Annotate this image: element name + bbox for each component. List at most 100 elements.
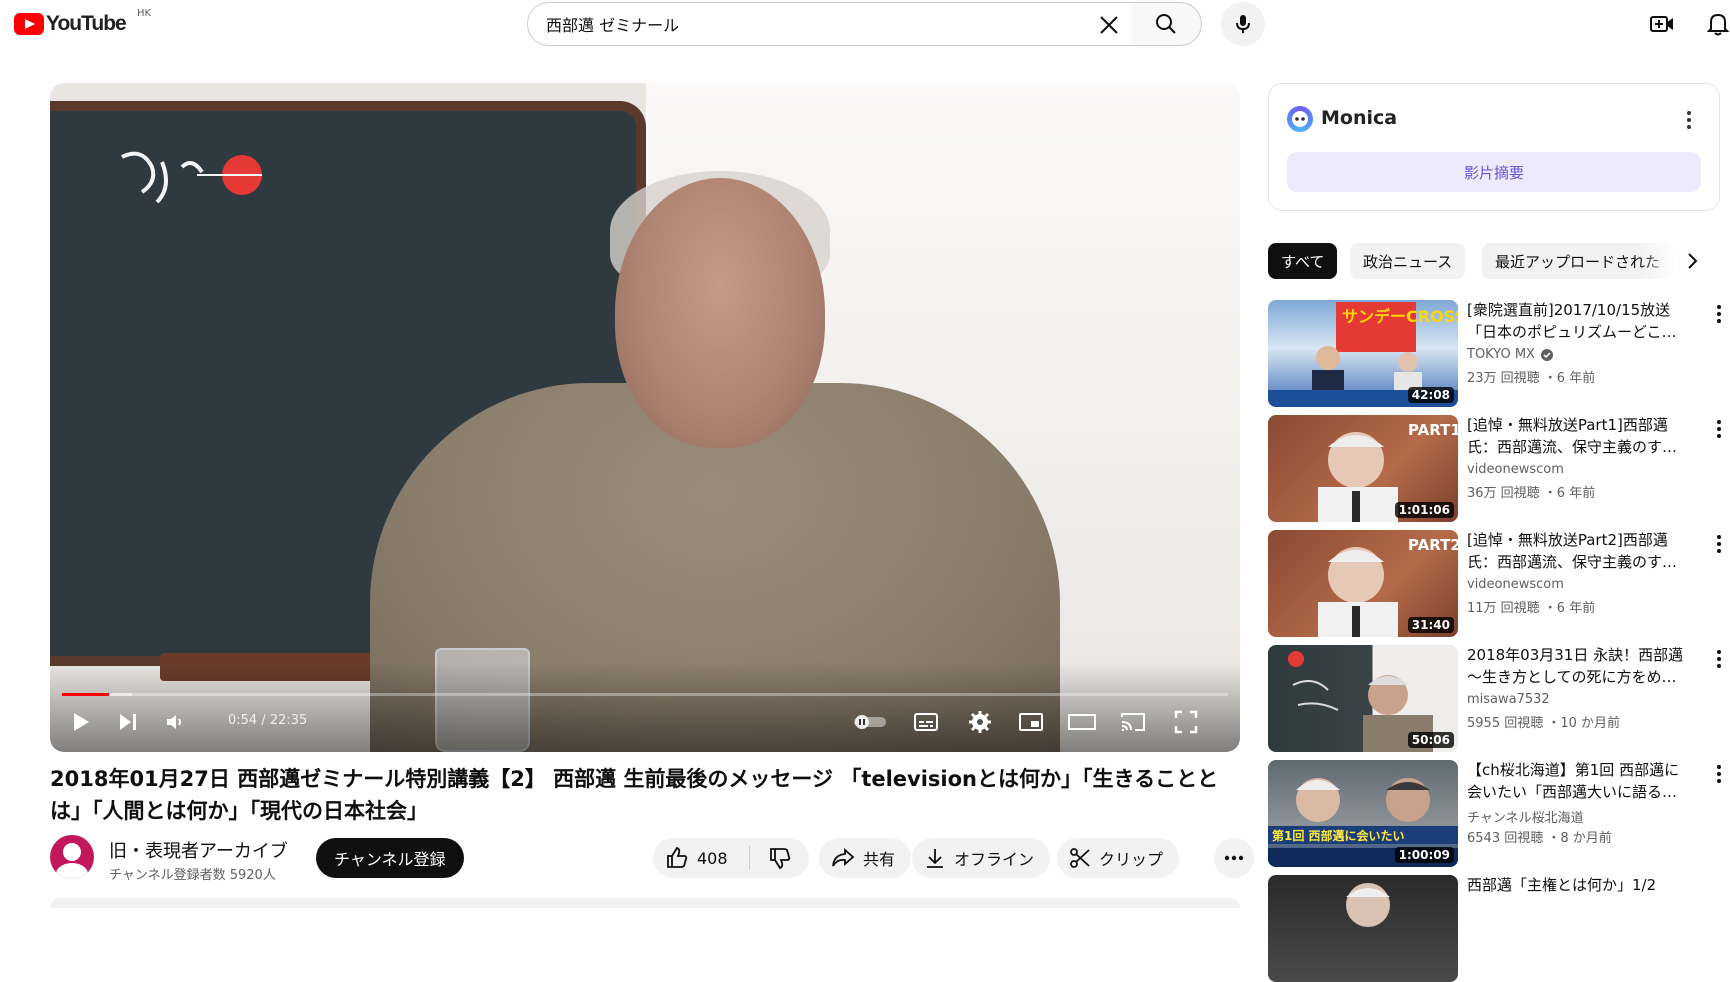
skip-next-icon xyxy=(120,714,136,730)
channel-name[interactable]: 旧・表現者アーカイブ xyxy=(109,837,288,863)
more-vertical-icon xyxy=(1717,305,1721,323)
more-actions-button[interactable] xyxy=(1214,838,1254,878)
recommendation-item[interactable]: 西部邁「主権とは何か」1/2 xyxy=(1268,875,1730,982)
more-vertical-icon xyxy=(1717,420,1721,438)
video-stats: 23万 回視聴 ・6 年前 xyxy=(1467,371,1596,386)
youtube-play-icon xyxy=(14,13,44,35)
thumbnail-art xyxy=(1346,883,1390,927)
next-button[interactable] xyxy=(110,704,146,740)
theater-mode-button[interactable] xyxy=(1064,704,1100,740)
thumbnail-caption: PART1 xyxy=(1408,421,1458,439)
create-button[interactable] xyxy=(1648,10,1676,38)
recommendation-item[interactable]: 第1回 西部邁に会いたい 1:00:09 【ch桜北海道】第1回 西部邁に会いた… xyxy=(1268,760,1730,867)
channel-avatar[interactable] xyxy=(50,835,94,879)
subtitles-button[interactable] xyxy=(908,704,944,740)
clip-button[interactable]: クリップ xyxy=(1057,838,1180,878)
video-stats: 5955 回視聴 ・10 か月前 xyxy=(1467,716,1621,731)
video-thumbnail xyxy=(1268,875,1458,982)
recommendation-item[interactable]: PART1 1:01:06 [追悼・無料放送Part1]西部邁氏：西部邁流、保守… xyxy=(1268,415,1730,522)
monica-menu-button[interactable] xyxy=(1677,106,1701,134)
microphone-icon xyxy=(1236,15,1250,33)
search-button[interactable] xyxy=(1131,2,1202,46)
cast-icon xyxy=(1121,713,1145,731)
chevron-right-icon xyxy=(1688,253,1698,269)
autoplay-toggle[interactable] xyxy=(852,704,888,740)
search-input[interactable] xyxy=(546,14,1066,34)
thumbnail-caption: 第1回 西部邁に会いたい xyxy=(1272,828,1405,843)
settings-button[interactable] xyxy=(962,704,998,740)
fullscreen-icon xyxy=(1174,710,1198,734)
bell-icon xyxy=(1707,13,1729,36)
thumbnail-caption: サンデーCROSS xyxy=(1342,307,1458,326)
chips-next-button[interactable] xyxy=(1676,245,1708,277)
share-icon xyxy=(832,848,855,867)
notifications-button[interactable] xyxy=(1704,10,1730,38)
video-title: 2018年01月27日 西部邁ゼミナール特別講義【2】 西部邁 生前最後のメッセ… xyxy=(50,767,1219,823)
video-menu-button[interactable] xyxy=(1708,302,1730,326)
time-display: 0:54 / 22:35 xyxy=(228,713,308,728)
miniplayer-button[interactable] xyxy=(1013,704,1049,740)
voice-search-button[interactable] xyxy=(1221,2,1265,46)
chip-all[interactable]: すべて xyxy=(1268,243,1338,279)
video-stats: 6543 回視聴 ・8 か月前 xyxy=(1467,831,1612,846)
video-thumbnail: PART1 1:01:06 xyxy=(1268,415,1458,522)
recommendation-item[interactable]: 50:06 2018年03月31日 永訣！西部邁～生き方としての死に方をめ… m… xyxy=(1268,645,1730,752)
play-icon xyxy=(74,713,89,731)
thumbs-up-icon xyxy=(667,846,688,868)
recommendation-item[interactable]: サンデーCROSS 42:08 [衆院選直前]2017/10/15放送「日本のポ… xyxy=(1268,300,1730,407)
search-icon xyxy=(1156,14,1176,34)
dislike-button[interactable] xyxy=(750,838,809,878)
video-frame xyxy=(50,83,1240,752)
video-thumbnail: 50:06 xyxy=(1268,645,1458,752)
video-title: 【ch桜北海道】第1回 西部邁に会いたい「西部邁大いに語る… xyxy=(1467,761,1680,801)
video-thumbnail: サンデーCROSS 42:08 xyxy=(1268,300,1458,407)
video-duration: 1:01:06 xyxy=(1394,502,1454,518)
youtube-logo[interactable]: YouTube HK xyxy=(14,8,151,36)
progress-bar[interactable] xyxy=(62,693,1228,696)
share-button[interactable]: 共有 xyxy=(819,838,912,878)
more-vertical-icon xyxy=(1717,535,1721,553)
channel-name-text: TOKYO MX xyxy=(1467,347,1535,362)
volume-icon xyxy=(167,715,181,729)
clear-search-button[interactable] xyxy=(1095,11,1123,39)
video-menu-button[interactable] xyxy=(1708,762,1730,786)
video-title: [衆院選直前]2017/10/15放送「日本のポピュリズムーどこ… xyxy=(1467,301,1677,341)
like-count: 408 xyxy=(697,848,728,868)
video-menu-button[interactable] xyxy=(1708,532,1730,556)
channel-name: videonewscom xyxy=(1467,462,1564,477)
channel-name: videonewscom xyxy=(1467,577,1564,592)
miniplayer-icon xyxy=(1019,713,1043,731)
offline-download-button[interactable]: オフライン xyxy=(912,838,1051,878)
like-button[interactable]: 408 xyxy=(653,838,749,878)
controls-gradient xyxy=(50,662,1240,752)
fullscreen-button[interactable] xyxy=(1168,704,1204,740)
logo-text: YouTube xyxy=(46,12,127,35)
theater-mode-icon xyxy=(1068,714,1096,730)
description-box[interactable] xyxy=(50,898,1240,908)
verified-icon xyxy=(1540,348,1553,361)
recommendation-item[interactable]: PART2 31:40 [追悼・無料放送Part2]西部邁氏：西部邁流、保守主義… xyxy=(1268,530,1730,637)
video-duration: 50:06 xyxy=(1407,732,1454,748)
close-icon xyxy=(1100,16,1118,34)
video-title: [追悼・無料放送Part1]西部邁氏：西部邁流、保守主義のす… xyxy=(1467,416,1678,456)
video-menu-button[interactable] xyxy=(1708,417,1730,441)
video-duration: 31:40 xyxy=(1407,617,1454,633)
chip-politics-news[interactable]: 政治ニュース xyxy=(1350,243,1466,279)
video-duration: 1:00:09 xyxy=(1394,847,1454,863)
video-title: 2018年03月31日 永訣！西部邁～生き方としての死に方をめ… xyxy=(1467,646,1684,686)
video-stats: 36万 回視聴 ・6 年前 xyxy=(1467,486,1596,501)
speaker-head xyxy=(615,178,825,448)
video-player[interactable]: 0:54 / 22:35 xyxy=(50,83,1240,752)
monica-panel: Monica 影片摘要 xyxy=(1268,83,1720,211)
play-button[interactable] xyxy=(63,704,99,740)
thumbnail-caption: PART2 xyxy=(1408,536,1458,554)
more-vertical-icon xyxy=(1717,650,1721,668)
video-menu-button[interactable] xyxy=(1708,647,1730,671)
channel-name: misawa7532 xyxy=(1467,692,1550,707)
subscribe-button[interactable]: チャンネル登録 xyxy=(316,838,464,878)
video-summary-button[interactable]: 影片摘要 xyxy=(1287,152,1701,192)
mute-button[interactable] xyxy=(157,704,193,740)
cast-button[interactable] xyxy=(1115,704,1151,740)
share-label: 共有 xyxy=(863,850,896,869)
clip-label: クリップ xyxy=(1099,850,1164,869)
